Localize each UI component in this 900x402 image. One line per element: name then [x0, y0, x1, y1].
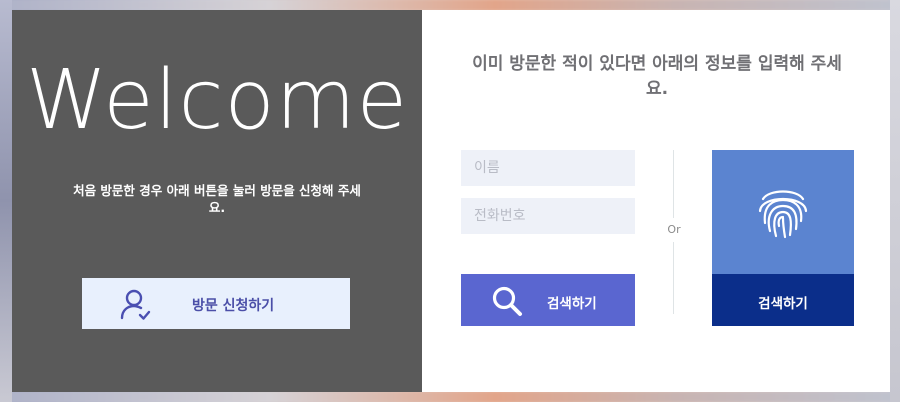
screenshot-frame-top — [0, 0, 900, 10]
divider — [673, 150, 674, 218]
search-button[interactable]: 검색하기 — [461, 274, 635, 326]
screenshot-frame-right — [890, 0, 900, 402]
fingerprint-search-label: 검색하기 — [758, 296, 808, 312]
fingerprint-panel[interactable] — [712, 150, 854, 274]
visit-request-button[interactable]: 방문 신청하기 — [82, 278, 350, 329]
welcome-title: Welcome — [25, 53, 409, 148]
new-visitor-description: 처음 방문한 경우 아래 버튼을 눌러 방문을 신청해 주세요. — [73, 183, 361, 215]
search-button-label: 검색하기 — [547, 296, 597, 312]
screenshot-frame-left — [0, 0, 12, 402]
name-input[interactable] — [461, 150, 635, 186]
phone-input[interactable] — [461, 198, 635, 234]
fingerprint-icon — [758, 190, 808, 239]
visit-request-label: 방문 신청하기 — [192, 298, 275, 314]
returning-visitor-panel: 이미 방문한 적이 있다면 아래의 정보를 입력해 주세요. 검색하기 Or 검… — [422, 10, 890, 392]
fingerprint-search-button[interactable]: 검색하기 — [712, 274, 854, 326]
search-icon — [492, 286, 522, 316]
screenshot-frame-bottom — [0, 392, 900, 402]
divider — [673, 242, 674, 314]
new-visitor-panel: Welcome 처음 방문한 경우 아래 버튼을 눌러 방문을 신청해 주세요.… — [12, 10, 422, 392]
user-check-icon — [120, 289, 151, 320]
or-separator: Or — [667, 223, 681, 236]
returning-visitor-heading: 이미 방문한 적이 있다면 아래의 정보를 입력해 주세요. — [472, 54, 842, 99]
